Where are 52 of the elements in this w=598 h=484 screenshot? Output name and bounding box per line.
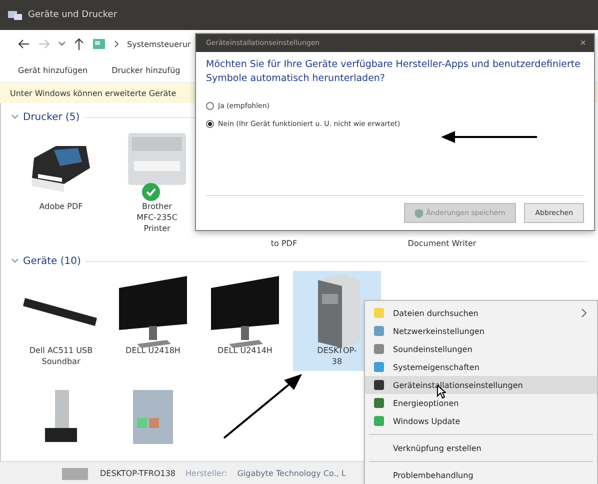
status-field-value: Gigabyte Technology Co., L — [237, 468, 346, 478]
device-label: DESKTOP- — [317, 345, 357, 356]
device-label: Brother — [142, 201, 172, 212]
device-label: Printer — [144, 223, 170, 234]
collapse-icon[interactable] — [11, 258, 19, 264]
section-header[interactable]: Geräte (10) — [23, 256, 81, 266]
device-label: DELL U2414H — [218, 345, 272, 356]
devices-icon — [8, 9, 22, 21]
close-button[interactable]: × — [576, 38, 590, 48]
chevron-icon — [114, 40, 119, 48]
status-field-label: Hersteller: — [186, 468, 228, 478]
device-label: Soundbar — [42, 356, 80, 367]
menu-item-icon — [373, 361, 385, 373]
menu-item-icon — [373, 325, 385, 337]
menu-item-icon — [373, 397, 385, 409]
device-label: Dell AC511 USB — [29, 345, 93, 356]
menu-item[interactable]: Verknüpfung erstellen — [365, 439, 597, 457]
tablet-icon — [131, 388, 175, 444]
device-label: Adobe PDF — [39, 201, 83, 212]
collapse-icon[interactable] — [11, 114, 19, 120]
menu-item[interactable]: Windows Update — [365, 412, 597, 430]
radio-button[interactable] — [206, 102, 214, 110]
menu-item-icon — [373, 343, 385, 355]
device-label: DELL U2418H — [126, 345, 180, 356]
device-tile[interactable]: Brother MFC-235C Printer — [113, 127, 201, 249]
toolbar-button[interactable]: Drucker hinzufüg — [108, 64, 184, 76]
back-icon[interactable] — [18, 39, 30, 49]
breadcrumb[interactable]: Systemsteuerur — [127, 40, 191, 48]
menu-item[interactable]: Geräteinstallationseinstellungen — [365, 376, 597, 394]
menu-item-icon — [373, 415, 385, 427]
device-label: to PDF — [270, 238, 298, 249]
toolbar-button[interactable]: Gerät hinzufügen — [14, 64, 92, 76]
dropdown-icon[interactable] — [58, 41, 66, 47]
control-panel-icon — [92, 37, 106, 51]
status-device-name: DESKTOP-TFRO138 — [100, 468, 176, 478]
check-icon — [142, 183, 160, 201]
menu-item[interactable]: Energieoptionen — [365, 394, 597, 412]
menu-item[interactable]: Problembehandlung — [365, 466, 597, 484]
device-label: MFC-235C — [136, 212, 178, 223]
device-tile[interactable]: DELL U2414H — [201, 271, 289, 371]
device-tile[interactable]: DELL U2418H — [109, 271, 197, 371]
window-title: Geräte und Drucker — [28, 10, 118, 20]
up-icon[interactable] — [74, 38, 84, 50]
device-tile[interactable]: Adobe PDF — [17, 127, 105, 249]
radio-button[interactable] — [206, 120, 214, 128]
device-label: 38 — [332, 356, 342, 367]
section-header[interactable]: Drucker (5) — [23, 112, 80, 122]
menu-item-icon — [373, 379, 385, 391]
device-tile[interactable]: Dell AC511 USB Soundbar — [17, 271, 105, 371]
dialog-question: Möchten Sie für Ihre Geräte verfügbare Hersteller-Apps und benutzerdefinierte Symbole automatisch herunterladen? — [206, 58, 582, 86]
menu-item-icon — [373, 307, 385, 319]
shield-icon — [415, 208, 423, 218]
